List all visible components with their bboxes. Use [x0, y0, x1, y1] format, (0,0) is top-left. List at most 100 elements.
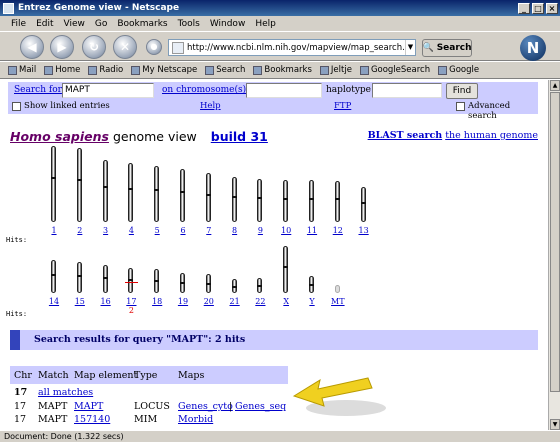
- maximize-button[interactable]: □: [532, 2, 544, 14]
- reload-icon[interactable]: ↻: [82, 35, 106, 59]
- chromosome-16[interactable]: [102, 265, 108, 293]
- chromosome-8[interactable]: [231, 177, 237, 222]
- url-input[interactable]: http://www.ncbi.nlm.nih.gov/mapview/map_…: [187, 43, 405, 53]
- chromosome-5[interactable]: [154, 166, 160, 222]
- menu-window[interactable]: Window: [205, 19, 251, 29]
- chromosome-link-7[interactable]: 7: [199, 226, 219, 235]
- chromosome-19[interactable]: [180, 273, 185, 293]
- chromosome-link-5[interactable]: 5: [147, 226, 167, 235]
- chromosome-3[interactable]: [102, 160, 108, 222]
- chromosome-7[interactable]: [205, 173, 211, 222]
- menu-file[interactable]: File: [6, 19, 31, 29]
- bookmark-search[interactable]: Search: [205, 65, 245, 75]
- chromosome-link-3[interactable]: 3: [96, 226, 116, 235]
- chromosome-link-19[interactable]: 19: [173, 297, 193, 306]
- menu-go[interactable]: Go: [90, 19, 112, 29]
- chromosome-link-18[interactable]: 18: [147, 297, 167, 306]
- back-icon[interactable]: ◀: [20, 35, 44, 59]
- minimize-button[interactable]: _: [518, 2, 530, 14]
- bookmark-mail[interactable]: Mail: [8, 65, 36, 75]
- chromosome-y[interactable]: [309, 276, 314, 293]
- chromosome-x[interactable]: [283, 246, 289, 293]
- find-button[interactable]: Find: [446, 83, 478, 99]
- build-link[interactable]: build 31: [211, 129, 268, 144]
- chromosome-link-10[interactable]: 10: [276, 226, 296, 235]
- chromosome-link-11[interactable]: 11: [302, 226, 322, 235]
- on-chromosome-link[interactable]: on chromosome(s): [162, 85, 246, 95]
- chromosome-18[interactable]: [154, 269, 160, 293]
- bookmark-jeltje[interactable]: Jeltje: [319, 65, 352, 75]
- chromosome-link-6[interactable]: 6: [173, 226, 193, 235]
- chromosome-6[interactable]: [180, 169, 185, 222]
- chromosome-link-20[interactable]: 20: [199, 297, 219, 306]
- row-2-map-morbid[interactable]: Morbid: [178, 414, 213, 425]
- chromosome-20[interactable]: [205, 274, 211, 293]
- chromosome-link-13[interactable]: 13: [354, 226, 374, 235]
- scroll-down-icon[interactable]: ▼: [550, 419, 560, 430]
- chromosome-link-4[interactable]: 4: [121, 226, 141, 235]
- chromosome-11[interactable]: [309, 180, 314, 222]
- chromosome-link-mt[interactable]: MT: [328, 297, 348, 306]
- chromosome-link-12[interactable]: 12: [328, 226, 348, 235]
- bookmark-home[interactable]: Home: [44, 65, 80, 75]
- chromosome-22[interactable]: [257, 278, 263, 293]
- menu-view[interactable]: View: [59, 19, 90, 29]
- row-1-element-link[interactable]: MAPT: [74, 401, 103, 412]
- bookmark-googlesearch[interactable]: GoogleSearch: [359, 65, 430, 75]
- chromosome-13[interactable]: [360, 187, 366, 222]
- chromosome-2[interactable]: [76, 148, 82, 222]
- menu-bookmarks[interactable]: Bookmarks: [112, 19, 172, 29]
- chromosome-1[interactable]: [51, 146, 56, 222]
- menu-edit[interactable]: Edit: [31, 19, 58, 29]
- scroll-thumb[interactable]: [550, 92, 560, 392]
- row-1-map-genes-cyto[interactable]: Genes_cyto: [178, 401, 233, 412]
- menu-help[interactable]: Help: [250, 19, 281, 29]
- haplotype-input[interactable]: [372, 83, 442, 98]
- species-link[interactable]: Homo sapiens: [10, 129, 109, 144]
- close-button[interactable]: ×: [546, 2, 558, 14]
- chromosome-link-x[interactable]: X: [276, 297, 296, 306]
- chromosome-input[interactable]: [246, 83, 322, 98]
- chromosome-link-15[interactable]: 15: [70, 297, 90, 306]
- chromosome-4[interactable]: [128, 163, 134, 222]
- chromosome-link-22[interactable]: 22: [250, 297, 270, 306]
- chromosome-17[interactable]: [128, 268, 134, 293]
- chromosome-mt[interactable]: [334, 285, 340, 293]
- chromosome-14[interactable]: [51, 260, 56, 293]
- row-1-map-genes-seq[interactable]: Genes_seq: [235, 401, 286, 412]
- chromosome-link-2[interactable]: 2: [70, 226, 90, 235]
- show-linked-checkbox[interactable]: [12, 102, 21, 111]
- chromosome-10[interactable]: [283, 180, 289, 222]
- url-dropdown-icon[interactable]: ▼: [405, 40, 415, 55]
- chromosome-link-y[interactable]: Y: [302, 297, 322, 306]
- search-input[interactable]: MAPT: [62, 83, 154, 98]
- bookmark-my-netscape[interactable]: My Netscape: [131, 65, 197, 75]
- chromosome-link-14[interactable]: 14: [44, 297, 64, 306]
- ftp-link[interactable]: FTP: [334, 101, 351, 111]
- url-bar[interactable]: http://www.ncbi.nlm.nih.gov/mapview/map_…: [168, 39, 416, 56]
- all-matches-link[interactable]: all matches: [38, 387, 93, 398]
- help-link[interactable]: Help: [200, 101, 221, 111]
- vertical-scrollbar[interactable]: ▲ ▼: [548, 80, 560, 430]
- bookmark-radio[interactable]: Radio: [88, 65, 123, 75]
- chromosome-link-21[interactable]: 21: [225, 297, 245, 306]
- bookmark-google[interactable]: Google: [438, 65, 479, 75]
- scroll-up-icon[interactable]: ▲: [550, 80, 560, 91]
- home-icon[interactable]: ●: [146, 39, 162, 55]
- chromosome-link-17[interactable]: 17: [121, 297, 141, 306]
- chromosome-21[interactable]: [231, 279, 237, 293]
- search-button[interactable]: 🔍 Search: [422, 39, 472, 57]
- search-for-link[interactable]: Search for: [14, 85, 62, 95]
- blast-search-link[interactable]: BLAST search: [368, 130, 443, 141]
- forward-icon[interactable]: ▶: [50, 35, 74, 59]
- bookmark-bookmarks[interactable]: Bookmarks: [253, 65, 312, 75]
- stop-icon[interactable]: ✕: [113, 35, 137, 59]
- chromosome-9[interactable]: [257, 179, 263, 222]
- row-2-element-link[interactable]: 157140: [74, 414, 110, 425]
- advanced-search-checkbox[interactable]: [456, 102, 465, 111]
- chromosome-link-16[interactable]: 16: [96, 297, 116, 306]
- chromosome-link-1[interactable]: 1: [44, 226, 64, 235]
- netscape-logo[interactable]: N: [520, 35, 546, 61]
- chromosome-12[interactable]: [334, 181, 340, 222]
- chromosome-link-9[interactable]: 9: [250, 226, 270, 235]
